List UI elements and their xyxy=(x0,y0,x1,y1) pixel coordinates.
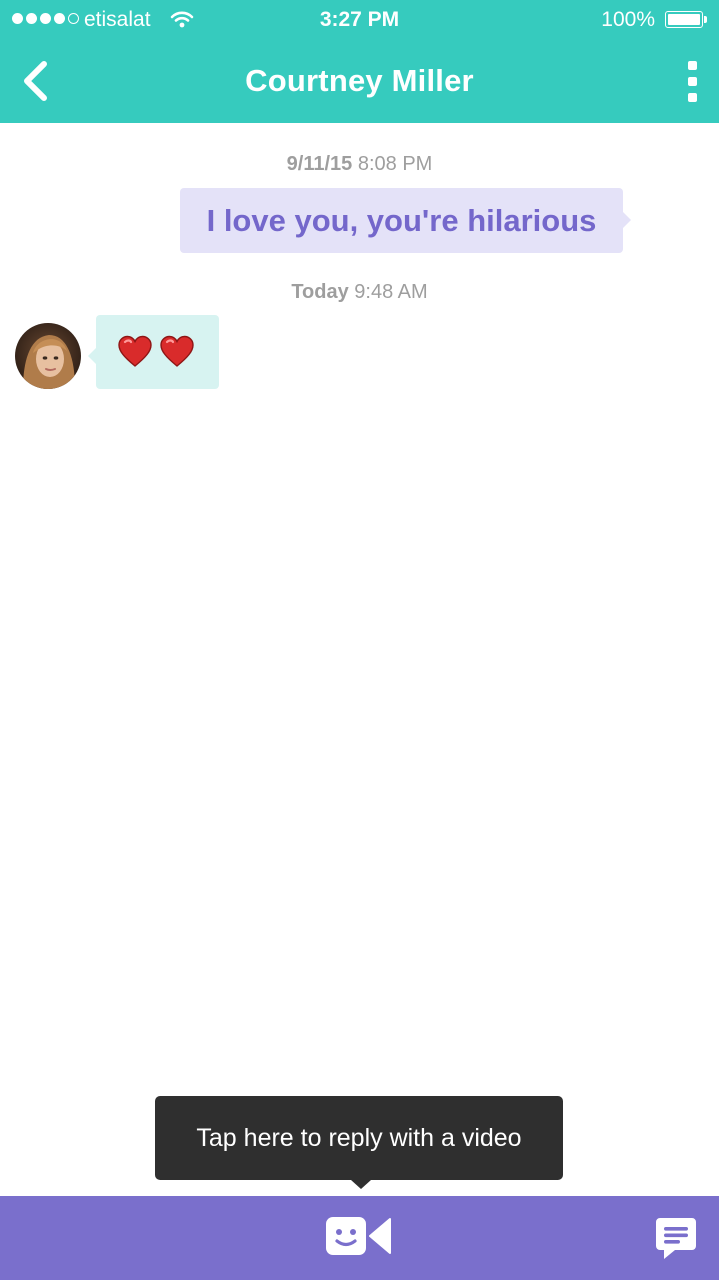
battery-percentage: 100% xyxy=(601,8,655,31)
bottom-bar xyxy=(0,1196,719,1280)
heart-emoji-icon xyxy=(118,335,152,367)
timestamp-time: 8:08 PM xyxy=(357,153,433,175)
battery-icon xyxy=(665,11,709,30)
video-reply-tooltip[interactable]: Tap here to reply with a video xyxy=(155,1096,563,1189)
message-timestamp: 9/11/15 8:08 PM xyxy=(0,152,719,176)
message-timestamp: Today 9:48 AM xyxy=(0,280,719,304)
timestamp-date: Today xyxy=(291,281,349,303)
contact-name-title[interactable]: Courtney Miller xyxy=(0,60,719,102)
messages-button[interactable] xyxy=(655,1216,697,1262)
received-message-bubble[interactable] xyxy=(88,315,219,389)
status-bar: etisalat 3:27 PM 100% xyxy=(0,0,719,40)
video-reply-button[interactable] xyxy=(324,1214,396,1260)
top-bar: etisalat 3:27 PM 100% Courtney Miller xyxy=(0,0,719,123)
sent-message-bubble[interactable]: I love you, you're hilarious xyxy=(180,188,631,253)
timestamp-time: 9:48 AM xyxy=(354,281,428,303)
more-options-button[interactable] xyxy=(683,61,703,103)
timestamp-date: 9/11/15 xyxy=(286,153,353,175)
heart-emoji-icon xyxy=(160,335,194,367)
contact-avatar[interactable] xyxy=(15,323,81,389)
